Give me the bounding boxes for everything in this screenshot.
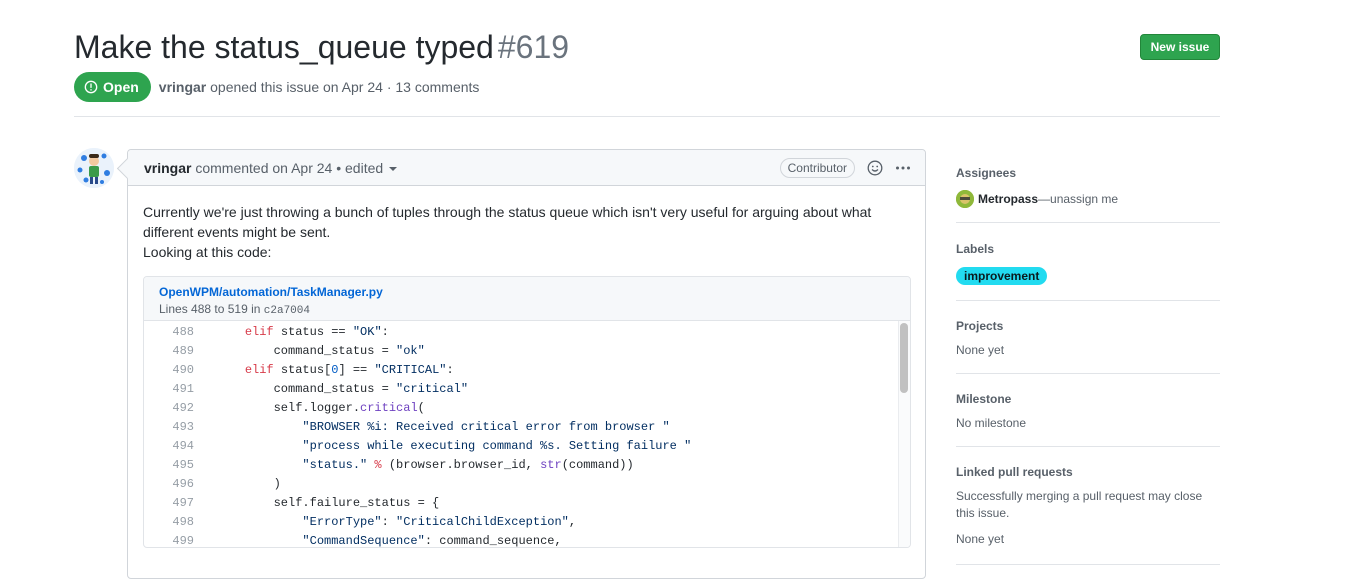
header-divider (74, 116, 1220, 117)
avatar[interactable] (74, 148, 114, 188)
labels-title[interactable]: Labels (956, 241, 1220, 257)
chevron-down-icon[interactable] (389, 166, 398, 171)
snippet-line-range: Lines 488 to 519 in c2a7004 (159, 302, 310, 317)
comment-body: Currently we're just throwing a bunch of… (128, 186, 925, 262)
comment-action[interactable]: commented on Apr 24 • edited (195, 160, 383, 176)
milestone-value: No milestone (956, 416, 1027, 430)
code-text: command_status = "ok" (216, 343, 425, 358)
code-text: command_status = "critical" (216, 381, 469, 396)
milestone-title[interactable]: Milestone (956, 391, 1220, 407)
status-badge: Open (74, 72, 151, 102)
code-text: elif status[0] == "CRITICAL": (244, 362, 454, 377)
comment-text-line: Looking at this code: (143, 244, 272, 260)
comment-text-line: different events might be sent. (143, 224, 331, 240)
code-line: 492 self.logger.critical( (144, 398, 910, 417)
linked-prs-title[interactable]: Linked pull requests (956, 464, 1220, 480)
snippet-lines-text: Lines 488 to 519 in (159, 302, 261, 316)
linked-prs-help: Successfully merging a pull request may … (956, 489, 1203, 520)
comment-text-line: Currently we're just throwing a bunch of… (143, 204, 872, 220)
projects-title[interactable]: Projects (956, 318, 1220, 334)
code-line: 499 "CommandSequence": command_sequence, (144, 531, 910, 548)
line-number[interactable]: 499 (144, 534, 194, 548)
kebab-menu-icon[interactable] (895, 160, 911, 176)
code-text: "BROWSER %i: Received critical error fro… (216, 419, 670, 434)
new-issue-button[interactable]: New issue (1140, 34, 1220, 60)
avatar-image (74, 148, 114, 188)
code-text: elif status == "OK": (244, 324, 389, 339)
code-text: ) (216, 476, 281, 491)
line-number[interactable]: 496 (144, 477, 194, 491)
issue-title-row: Make the status_queue typed #619 (74, 28, 569, 66)
code-line: 498 "ErrorType": "CriticalChildException… (144, 512, 910, 531)
milestone-section: Milestone No milestone (956, 374, 1220, 447)
code-snippet: OpenWPM/automation/TaskManager.py Lines … (143, 276, 911, 548)
code-body: 488 elif status == "OK": 489 command_sta… (144, 321, 910, 548)
issue-number: #619 (497, 29, 570, 65)
comment-byline: vringar commented on Apr 24 • edited (144, 160, 398, 176)
labels-section: Labels improvement (956, 223, 1220, 301)
linked-prs-section: Linked pull requests Successfully mergin… (956, 447, 1220, 565)
line-number[interactable]: 488 (144, 325, 194, 339)
projects-value: None yet (956, 343, 1005, 357)
linked-prs-value: None yet (956, 532, 1005, 546)
unassign-me-link[interactable]: —unassign me (1038, 192, 1118, 206)
assignees-section: Assignees Metropass —unassign me (956, 160, 1220, 223)
assignee-name[interactable]: Metropass (978, 192, 1038, 206)
code-line: 489 command_status = "ok" (144, 341, 910, 360)
code-line: 496 ) (144, 474, 910, 493)
line-number[interactable]: 491 (144, 382, 194, 396)
snippet-header: OpenWPM/automation/TaskManager.py Lines … (144, 277, 910, 321)
code-text: self.logger.critical( (216, 400, 425, 415)
issue-meta: Open vringar opened this issue on Apr 24… (74, 72, 479, 102)
commit-sha[interactable]: c2a7004 (264, 305, 310, 317)
code-text: "CommandSequence": command_sequence, (216, 533, 562, 548)
code-line: 491 command_status = "critical" (144, 379, 910, 398)
issue-meta-text: vringar opened this issue on Apr 24 · 13… (159, 79, 480, 95)
contributor-badge: Contributor (779, 157, 855, 178)
line-number[interactable]: 498 (144, 515, 194, 529)
code-line: 490 elif status[0] == "CRITICAL": (144, 360, 910, 379)
issue-comment: vringar commented on Apr 24 • edited Con… (127, 149, 926, 579)
issue-opened-text: opened this issue on Apr 24 · 13 comment… (210, 79, 480, 95)
code-line: 493 "BROWSER %i: Received critical error… (144, 417, 910, 436)
line-number[interactable]: 495 (144, 458, 194, 472)
comment-author-link[interactable]: vringar (144, 160, 191, 176)
code-line: 488 elif status == "OK": (144, 322, 910, 341)
scrollbar-thumb[interactable] (900, 323, 908, 393)
line-number[interactable]: 494 (144, 439, 194, 453)
projects-section: Projects None yet (956, 301, 1220, 374)
issue-sidebar: Assignees Metropass —unassign me Labels … (956, 160, 1220, 565)
line-number[interactable]: 492 (144, 401, 194, 415)
line-number[interactable]: 489 (144, 344, 194, 358)
issue-opened-icon (84, 80, 98, 94)
code-text: "ErrorType": "CriticalChildException", (216, 514, 577, 529)
snippet-file-link[interactable]: OpenWPM/automation/TaskManager.py (159, 284, 895, 300)
line-number[interactable]: 497 (144, 496, 194, 510)
code-text: "process while executing command %s. Set… (216, 438, 692, 453)
line-number[interactable]: 493 (144, 420, 194, 434)
code-text: "status." % (browser.browser_id, str(com… (216, 457, 634, 472)
status-text: Open (103, 79, 139, 95)
comment-header: vringar commented on Apr 24 • edited Con… (128, 150, 925, 186)
assignees-title[interactable]: Assignees (956, 165, 1220, 181)
assignee-avatar[interactable] (956, 190, 974, 208)
code-line: 497 self.failure_status = { (144, 493, 910, 512)
issue-author-link[interactable]: vringar (159, 79, 206, 95)
issue-title: Make the status_queue typed (74, 29, 494, 65)
code-text: self.failure_status = { (216, 495, 440, 510)
label-improvement[interactable]: improvement (956, 267, 1048, 285)
code-line: 494 "process while executing command %s.… (144, 436, 910, 455)
smiley-icon[interactable] (867, 160, 883, 176)
line-number[interactable]: 490 (144, 363, 194, 377)
code-line: 495 "status." % (browser.browser_id, str… (144, 455, 910, 474)
